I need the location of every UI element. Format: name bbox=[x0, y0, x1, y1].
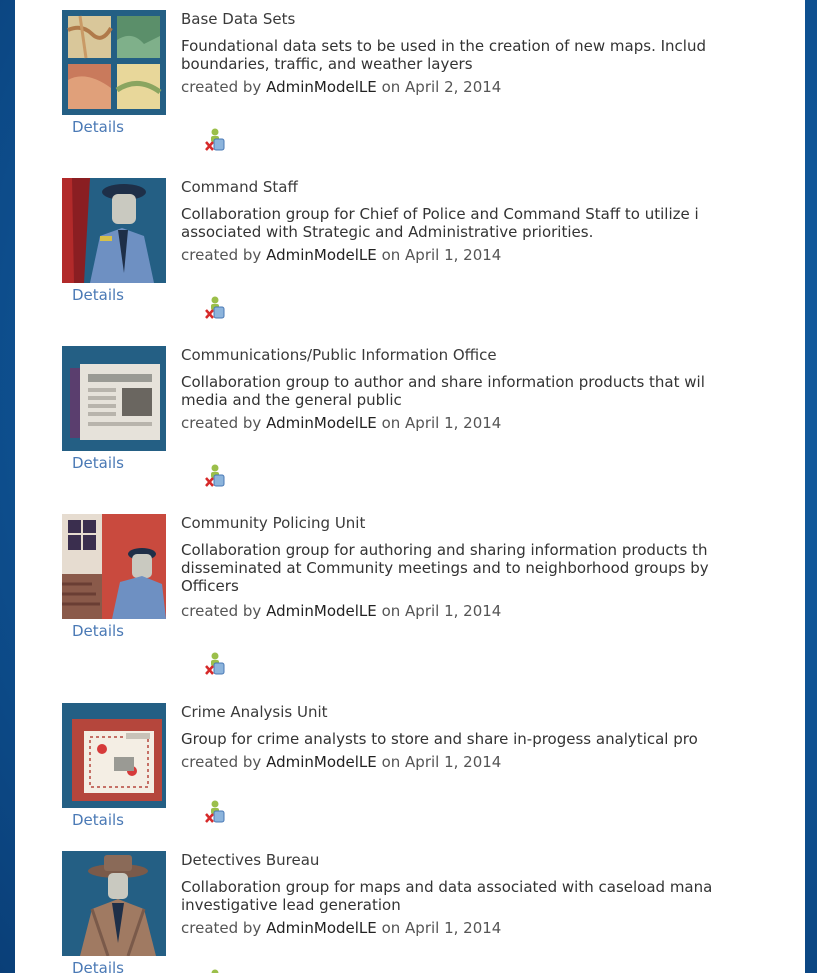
group-description: Collaboration group for maps and data as… bbox=[181, 878, 713, 914]
communications-thumbnail bbox=[62, 346, 166, 451]
command-staff-thumbnail bbox=[62, 178, 166, 283]
group-thumbnail-link[interactable] bbox=[62, 178, 166, 283]
group-thumbnail-link[interactable] bbox=[62, 851, 166, 956]
details-link[interactable]: Details bbox=[72, 118, 124, 136]
details-link[interactable]: Details bbox=[72, 454, 124, 472]
group-description: Foundational data sets to be used in the… bbox=[181, 37, 706, 73]
group-description: Collaboration group for authoring and sh… bbox=[181, 541, 709, 595]
group-thumbnail-link[interactable] bbox=[62, 346, 166, 451]
group-meta: created by AdminModelLE on April 1, 2014 bbox=[181, 602, 502, 620]
leave-group-icon[interactable] bbox=[204, 127, 226, 153]
group-owner[interactable]: AdminModelLE bbox=[266, 78, 377, 96]
base-data-sets-thumbnail bbox=[62, 10, 166, 115]
group-title[interactable]: Base Data Sets bbox=[181, 10, 805, 28]
group-date: April 2, 2014 bbox=[405, 78, 502, 96]
details-link[interactable]: Details bbox=[72, 622, 124, 640]
leave-group-icon[interactable] bbox=[204, 799, 226, 825]
leave-group-icon[interactable] bbox=[204, 463, 226, 489]
group-meta: created by AdminModelLE on April 1, 2014 bbox=[181, 414, 502, 432]
group-meta: created by AdminModelLE on April 1, 2014 bbox=[181, 919, 502, 937]
group-title[interactable]: Community Policing Unit bbox=[181, 514, 805, 532]
group-description: Group for crime analysts to store and sh… bbox=[181, 730, 698, 748]
details-link[interactable]: Details bbox=[72, 286, 124, 304]
leave-group-icon[interactable] bbox=[204, 295, 226, 321]
group-title[interactable]: Crime Analysis Unit bbox=[181, 703, 805, 721]
group-title[interactable]: Command Staff bbox=[181, 178, 805, 196]
group-date: April 1, 2014 bbox=[405, 602, 502, 620]
leave-group-icon[interactable] bbox=[204, 968, 226, 973]
group-title[interactable]: Detectives Bureau bbox=[181, 851, 805, 869]
group-owner[interactable]: AdminModelLE bbox=[266, 753, 377, 771]
group-date: April 1, 2014 bbox=[405, 246, 502, 264]
group-description: Collaboration group to author and share … bbox=[181, 373, 705, 409]
detectives-bureau-thumbnail bbox=[62, 851, 166, 956]
group-owner[interactable]: AdminModelLE bbox=[266, 246, 377, 264]
groups-list-panel: Details Base Data Sets Foundational data… bbox=[15, 0, 805, 973]
group-meta: created by AdminModelLE on April 2, 2014 bbox=[181, 78, 502, 96]
group-thumbnail-link[interactable] bbox=[62, 514, 166, 619]
leave-group-icon[interactable] bbox=[204, 651, 226, 677]
group-owner[interactable]: AdminModelLE bbox=[266, 414, 377, 432]
group-date: April 1, 2014 bbox=[405, 919, 502, 937]
group-meta: created by AdminModelLE on April 1, 2014 bbox=[181, 246, 502, 264]
group-meta: created by AdminModelLE on April 1, 2014 bbox=[181, 753, 502, 771]
details-link[interactable]: Details bbox=[72, 811, 124, 829]
group-title[interactable]: Communications/Public Information Office bbox=[181, 346, 805, 364]
details-link[interactable]: Details bbox=[72, 959, 124, 973]
group-owner[interactable]: AdminModelLE bbox=[266, 602, 377, 620]
group-description: Collaboration group for Chief of Police … bbox=[181, 205, 699, 241]
group-date: April 1, 2014 bbox=[405, 753, 502, 771]
community-policing-thumbnail bbox=[62, 514, 166, 619]
group-thumbnail-link[interactable] bbox=[62, 10, 166, 115]
group-thumbnail-link[interactable] bbox=[62, 703, 166, 808]
crime-analysis-thumbnail bbox=[62, 703, 166, 808]
group-owner[interactable]: AdminModelLE bbox=[266, 919, 377, 937]
group-date: April 1, 2014 bbox=[405, 414, 502, 432]
